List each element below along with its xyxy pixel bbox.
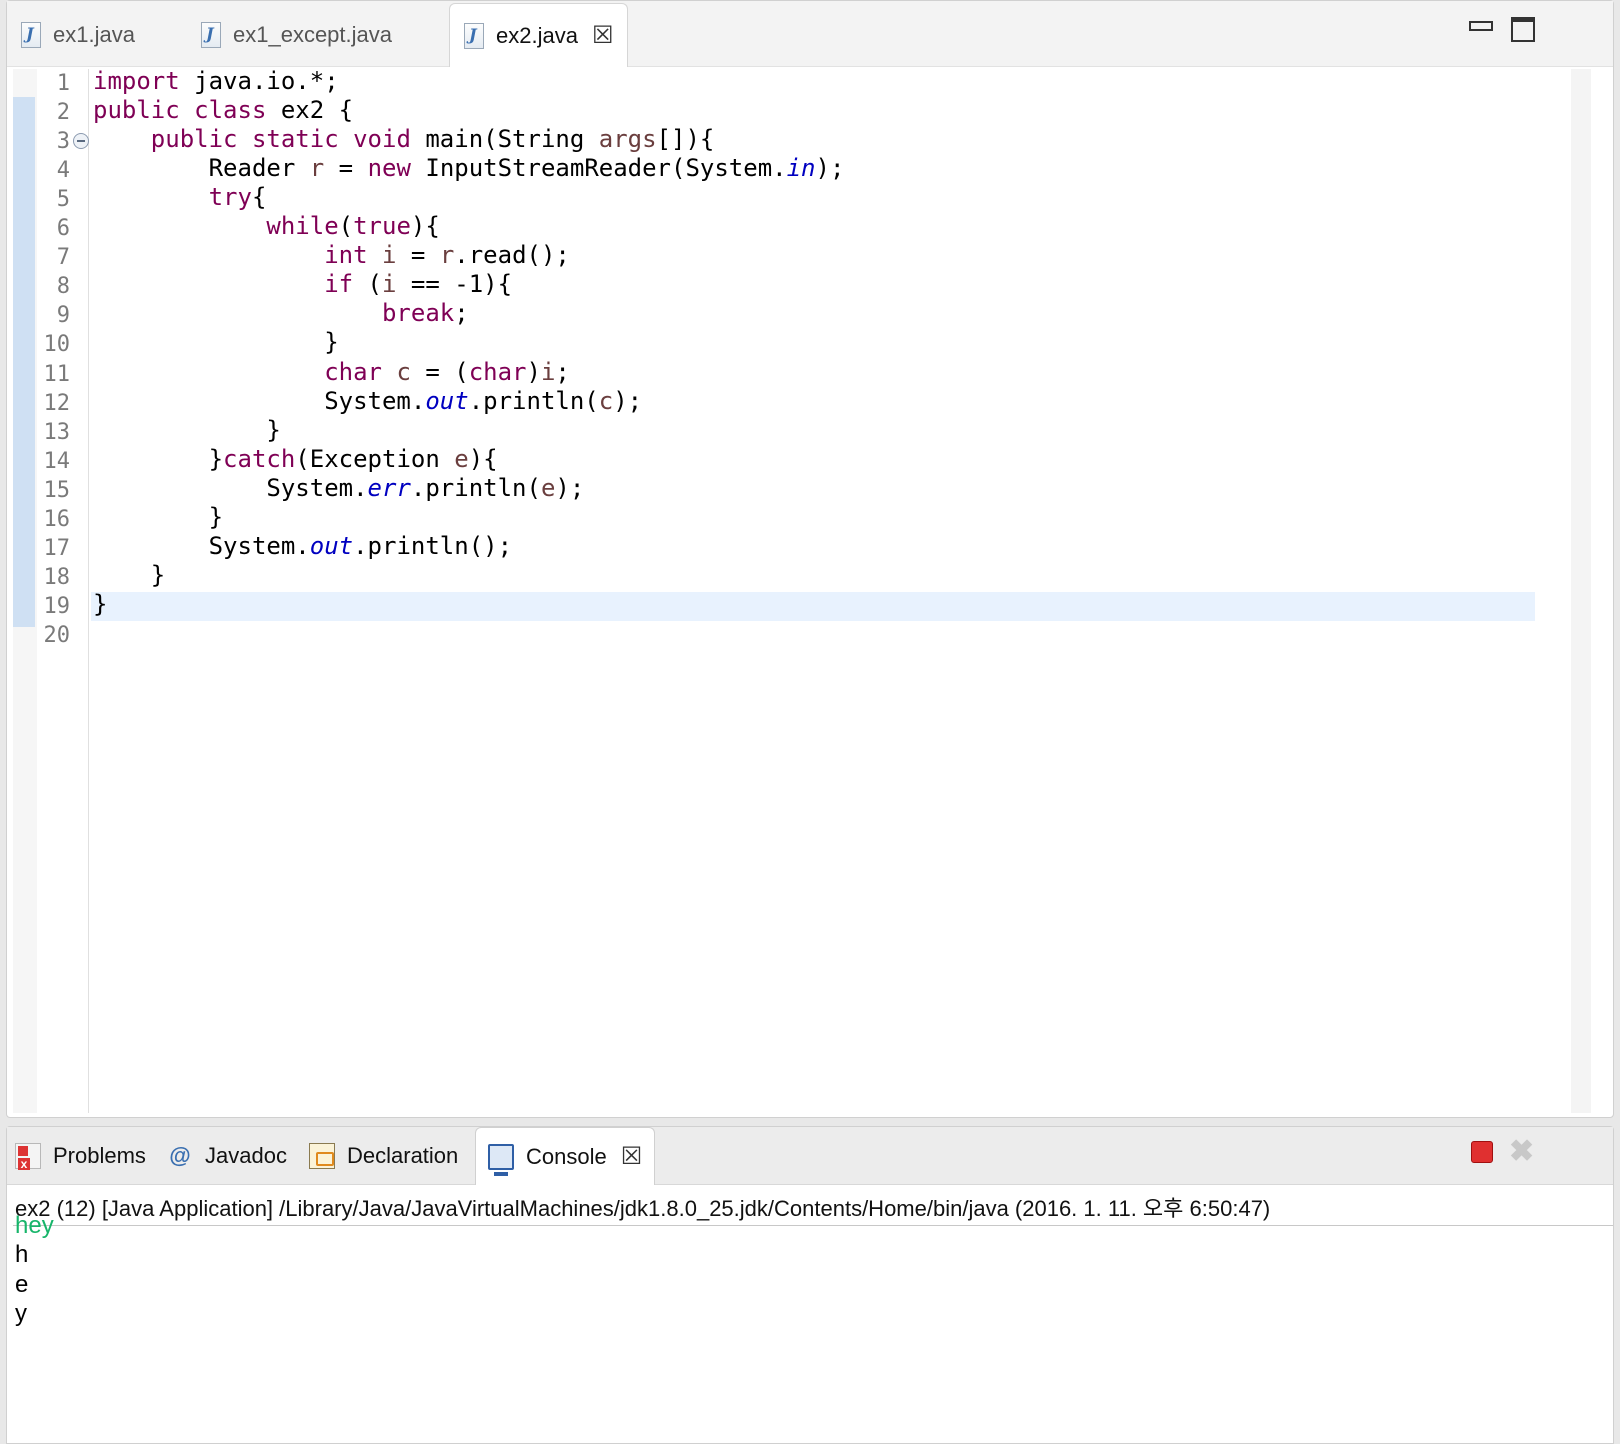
quick-diff-marker: [13, 97, 35, 627]
line-number: 1: [56, 71, 70, 96]
console-output-line: h: [15, 1241, 29, 1268]
code-line: try{: [208, 183, 267, 212]
collapse-fold-icon[interactable]: [73, 133, 89, 149]
line-number: 6: [56, 216, 70, 242]
console-output-line: e: [15, 1270, 29, 1298]
line-number: 19: [43, 593, 71, 619]
line-number: 15: [43, 477, 71, 503]
console-input-line: hey: [15, 1212, 54, 1239]
line-number: 17: [43, 535, 71, 561]
tab-problems[interactable]: Problems: [15, 1127, 146, 1185]
tab-ex1-java[interactable]: ex1.java: [21, 3, 135, 67]
code-line: }: [93, 328, 339, 357]
line-number: 11: [43, 361, 71, 387]
tab-label: Problems: [53, 1143, 146, 1168]
code-line: }: [93, 415, 281, 444]
code-line: }: [93, 502, 224, 531]
code-line: if (i == -1){: [324, 270, 513, 299]
view-tab-bar: Problems @ Javadoc Declaration Console ☒…: [7, 1127, 1613, 1185]
problems-icon: [15, 1143, 41, 1170]
code-line: System.out.println();: [93, 531, 513, 560]
tab-declaration[interactable]: Declaration: [309, 1127, 458, 1185]
line-number: 2: [56, 100, 70, 126]
code-line: public static void main(String args[]){: [150, 125, 715, 154]
tab-label: ex2.java: [496, 22, 578, 48]
java-file-icon: [464, 22, 484, 49]
tab-label: ex1_except.java: [233, 22, 392, 47]
maximize-icon[interactable]: [1511, 15, 1535, 42]
tab-label: Javadoc: [205, 1143, 287, 1168]
line-number: 14: [43, 448, 71, 474]
code-line: }: [93, 589, 108, 618]
line-number: 10: [43, 332, 71, 358]
code-line: }: [93, 560, 166, 589]
code-line: char c = (char)i;: [324, 357, 570, 386]
console-icon: [488, 1143, 514, 1176]
code-line: Reader r = new InputStreamReader(System.…: [93, 154, 845, 183]
line-number: 8: [56, 274, 70, 300]
line-number: 3: [56, 129, 70, 155]
tab-label: Console: [526, 1143, 607, 1169]
editor-pane: ex1.java ex1_except.java ex2.java ☒ 1234…: [6, 0, 1614, 1118]
code-line: System.err.println(e);: [93, 473, 585, 502]
line-number: 5: [56, 187, 70, 213]
code-line: System.out.println(c);: [93, 386, 643, 415]
overview-ruler[interactable]: [1571, 69, 1591, 1113]
javadoc-icon: @: [169, 1143, 191, 1168]
line-number: 9: [56, 303, 70, 329]
code-line: break;: [381, 299, 469, 328]
minimize-icon[interactable]: [1469, 15, 1493, 37]
line-number: 20: [43, 622, 71, 648]
terminate-icon[interactable]: [1471, 1141, 1493, 1163]
tab-javadoc[interactable]: @ Javadoc: [167, 1127, 287, 1185]
line-number: 18: [43, 564, 71, 590]
console-pane: Problems @ Javadoc Declaration Console ☒…: [6, 1126, 1614, 1444]
tab-console[interactable]: Console ☒: [475, 1127, 656, 1185]
remove-launch-icon[interactable]: ✖: [1509, 1137, 1534, 1167]
close-icon[interactable]: ☒: [621, 1144, 643, 1169]
line-number: 13: [43, 419, 71, 445]
close-icon[interactable]: ☒: [592, 23, 614, 48]
declaration-icon: [309, 1143, 335, 1169]
divider: [13, 1225, 1613, 1226]
tab-ex2-java[interactable]: ex2.java ☒: [449, 3, 629, 67]
tab-label: ex1.java: [53, 22, 135, 47]
current-line-highlight: [91, 592, 1535, 621]
code-line: public class ex2 {: [93, 96, 354, 125]
code-line: while(true){: [266, 212, 440, 241]
line-number: 16: [43, 506, 71, 532]
code-line: }catch(Exception e){: [93, 444, 498, 473]
code-editor[interactable]: import java.io.*; public class ex2 { publ…: [91, 65, 1535, 1115]
editor-tab-bar: ex1.java ex1_except.java ex2.java ☒: [7, 1, 1613, 67]
java-file-icon: [21, 22, 41, 48]
line-number: 7: [56, 245, 70, 271]
line-number-ruler: 1 2 3 4 5 6 7 8 9 10 11 12 13 14 15 16 17 18 19 20: [37, 69, 89, 1113]
code-line: int i = r.read();: [324, 241, 570, 270]
line-number: 4: [56, 158, 70, 184]
tab-ex1-except-java[interactable]: ex1_except.java: [201, 3, 392, 67]
line-number: 12: [43, 390, 71, 416]
code-line: import java.io.*;: [93, 67, 339, 95]
console-process-header: ex2 (12) [Java Application] /Library/Jav…: [15, 1196, 1271, 1221]
console-output-line: y: [15, 1300, 27, 1327]
tab-label: Declaration: [347, 1143, 459, 1168]
java-file-icon: [201, 22, 221, 48]
